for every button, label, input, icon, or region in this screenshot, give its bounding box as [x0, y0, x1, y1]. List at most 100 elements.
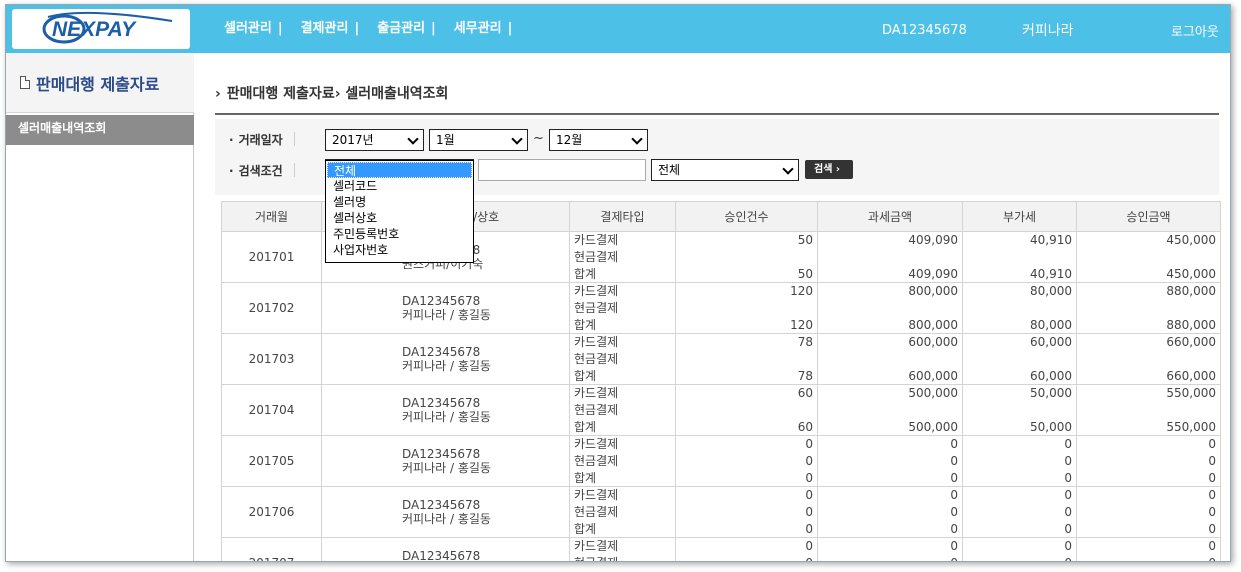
dropdown-option-seller-company[interactable]: 셀러상호: [326, 210, 473, 226]
svg-text:NEXPAY: NEXPAY: [52, 18, 137, 41]
seller-name: 커피나라 / 홍길동: [402, 359, 491, 373]
cell-payment-type: 합계: [569, 265, 676, 283]
chevron-down-icon: [511, 133, 523, 145]
cell-approved-amount: [1076, 248, 1221, 266]
breadcrumb-parent: 판매대행 제출자료: [226, 86, 335, 102]
header-month: 거래월: [221, 201, 322, 232]
cell-approved-amount: [1076, 401, 1221, 419]
cell-payment-type: 합계: [569, 316, 676, 334]
cell-approval-count: [675, 299, 818, 317]
cell-month: 201705: [221, 435, 322, 487]
cell-month: 201704: [221, 384, 322, 436]
cell-approval-count: 60: [675, 384, 818, 402]
cell-vat: 80,000: [962, 316, 1077, 334]
cell-taxable-amount: 600,000: [817, 367, 963, 385]
cell-approved-amount: [1076, 350, 1221, 368]
search-keyword-input[interactable]: [478, 159, 646, 181]
cell-vat: 80,000: [962, 282, 1077, 300]
cell-seller: DA12345678커피나라 / 홍길동: [321, 333, 570, 385]
seller-code: DA12345678: [402, 549, 481, 562]
cell-approval-count: 50: [675, 231, 818, 249]
logout-link[interactable]: 로그아웃: [1171, 21, 1219, 40]
cell-approval-count: [675, 401, 818, 419]
cell-seller: DA12345678커피나라 / 홍길동: [321, 282, 570, 334]
cell-approved-amount: 880,000: [1076, 282, 1221, 300]
table-row: 201702 DA12345678 커피나라 / 홍길동 카드결제 120 800,000…: [221, 282, 1221, 334]
cell-taxable-amount: 600,000: [817, 333, 963, 351]
cell-approved-amount: 0: [1076, 503, 1221, 521]
date-label: · 거래일자: [229, 131, 295, 148]
cell-approved-amount: 0: [1076, 537, 1221, 555]
cell-taxable-amount: [817, 401, 963, 419]
cell-approval-count: 120: [675, 316, 818, 334]
app-window: NEXPAY 셀러관리 | 결제관리 | 출금관리 | 세무관리 | DA1234567…: [5, 4, 1231, 562]
dropdown-option-all[interactable]: 전체: [327, 162, 472, 178]
header-approved-amount: 승인금액: [1076, 201, 1221, 232]
table-row: 201706 DA12345678 커피나라 / 홍길동 카드결제 0 0 0 0: [221, 486, 1221, 538]
nexpay-logo[interactable]: NEXPAY: [12, 9, 190, 49]
cell-taxable-amount: 800,000: [817, 282, 963, 300]
seller-code: DA12345678: [402, 294, 481, 308]
cell-payment-type: 합계: [569, 469, 676, 487]
cell-taxable-amount: 409,090: [817, 231, 963, 249]
chevron-down-icon: [407, 133, 419, 145]
cell-approved-amount: 0: [1076, 469, 1221, 487]
cell-vat: 50,000: [962, 418, 1077, 436]
seller-code: DA12345678: [402, 396, 481, 410]
dropdown-option-resident-number[interactable]: 주민등록번호: [326, 226, 473, 242]
logo-icon: NEXPAY: [42, 11, 173, 44]
cell-month: 201703: [221, 333, 322, 385]
cell-month: 201702: [221, 282, 322, 334]
document-icon: [20, 76, 30, 89]
cell-taxable-amount: 0: [817, 554, 963, 561]
cell-approval-count: 0: [675, 469, 818, 487]
menu-withdrawal[interactable]: 출금관리 |: [377, 17, 436, 36]
menu-seller[interactable]: 셀러관리 |: [224, 17, 283, 36]
cell-approval-count: 0: [675, 520, 818, 538]
cell-vat: [962, 401, 1077, 419]
cell-taxable-amount: 0: [817, 486, 963, 504]
cell-month: 201707: [221, 537, 322, 561]
year-select[interactable]: 2017년: [325, 129, 424, 151]
cell-approval-count: 78: [675, 367, 818, 385]
dropdown-option-business-number[interactable]: 사업자번호: [326, 242, 473, 258]
header-vat: 부가세: [962, 201, 1077, 232]
sidebar: 판매대행 제출자료 셀러매출내역조회: [6, 53, 194, 561]
seller-name: 커피나라 / 홍길동: [402, 410, 491, 424]
cell-vat: 0: [962, 554, 1077, 561]
cell-vat: 0: [962, 520, 1077, 538]
menu-payment[interactable]: 결제관리 |: [301, 17, 360, 36]
cell-vat: [962, 248, 1077, 266]
seller-code: DA12345678: [402, 498, 481, 512]
cell-approved-amount: 880,000: [1076, 316, 1221, 334]
cell-approved-amount: 550,000: [1076, 418, 1221, 436]
filter-select[interactable]: 전체: [651, 159, 799, 181]
cell-vat: 40,910: [962, 265, 1077, 283]
seller-name: 커피나라 / 홍길동: [402, 512, 491, 526]
cell-approved-amount: 0: [1076, 452, 1221, 470]
cell-payment-type: 카드결제: [569, 282, 676, 300]
cell-approved-amount: 0: [1076, 520, 1221, 538]
search-button[interactable]: 검색 ›: [805, 160, 853, 179]
header-taxable-amount: 과세금액: [817, 201, 963, 232]
cell-payment-type: 카드결제: [569, 435, 676, 453]
cell-payment-type: 현금결제: [569, 452, 676, 470]
range-tilde: ~: [533, 131, 544, 146]
month-from-select[interactable]: 1월: [429, 129, 528, 151]
cell-taxable-amount: 0: [817, 452, 963, 470]
dropdown-option-seller-code[interactable]: 셀러코드: [326, 178, 473, 194]
cell-approved-amount: 450,000: [1076, 265, 1221, 283]
cell-approved-amount: 0: [1076, 486, 1221, 504]
table-body: 201701DA12345678원즈커피/이기숙카드결제50409,09040,…: [221, 231, 1221, 562]
sidebar-item-seller-sales[interactable]: 셀러매출내역조회: [6, 115, 194, 145]
cell-taxable-amount: 0: [817, 520, 963, 538]
cell-vat: [962, 350, 1077, 368]
cell-taxable-amount: 500,000: [817, 418, 963, 436]
month-to-select[interactable]: 12월: [549, 129, 648, 151]
cell-payment-type: 카드결제: [569, 231, 676, 249]
cell-payment-type: 현금결제: [569, 401, 676, 419]
menu-tax[interactable]: 세무관리 |: [454, 17, 513, 36]
dropdown-option-seller-name[interactable]: 셀러명: [326, 194, 473, 210]
chevron-down-icon: [782, 163, 794, 175]
cell-payment-type: 현금결제: [569, 248, 676, 266]
